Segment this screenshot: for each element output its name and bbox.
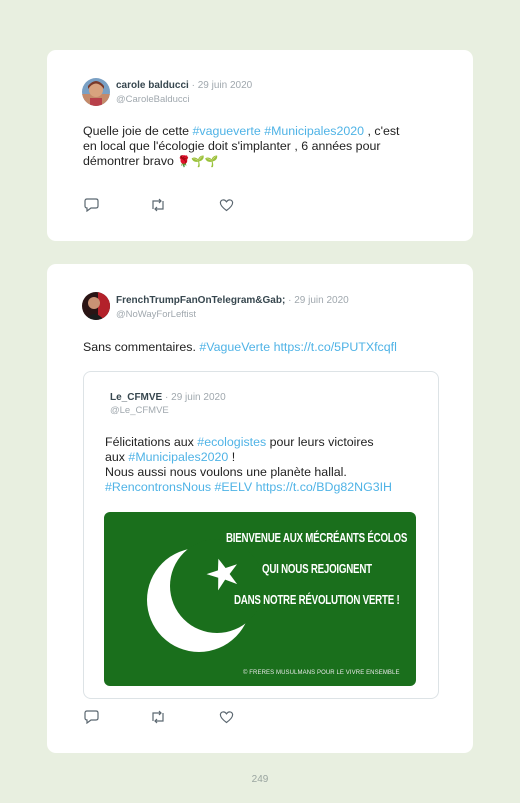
text-segment: Félicitations aux — [105, 435, 198, 449]
hashtag-link[interactable]: #Municipales2020 — [128, 450, 228, 464]
tweet-text: Sans commentaires. #VagueVerte https://t… — [83, 340, 463, 355]
reply-icon[interactable] — [84, 198, 99, 217]
url-link[interactable]: https://t.co/BDg82NG3IH — [256, 480, 392, 494]
text-segment: Nous aussi nous voulons une planète hall… — [105, 465, 347, 479]
tweet-card: FrenchTrumpFanOnTelegram&Gab; · 29 juin … — [47, 264, 473, 753]
retweet-icon[interactable] — [150, 710, 166, 729]
tweet-date[interactable]: 29 juin 2020 — [294, 295, 349, 306]
attached-image[interactable]: BIENVENUE AUX MÉCRÉANTS ÉCOLOS QUI NOUS … — [104, 512, 416, 686]
retweet-icon[interactable] — [150, 198, 166, 217]
hashtag-link[interactable]: #EELV — [215, 480, 253, 494]
hashtag-link[interactable]: #ecologistes — [197, 435, 266, 449]
text-segment: , c'est — [364, 124, 400, 138]
quoted-tweet-text: Félicitations aux #ecologistes pour leur… — [105, 435, 430, 495]
quoted-author-name[interactable]: Le_CFMVE — [110, 392, 162, 403]
author-name[interactable]: carole balducci — [116, 80, 189, 91]
page-number: 249 — [251, 774, 269, 785]
author-handle[interactable]: @CaroleBalducci — [116, 94, 190, 105]
text-segment: ! — [228, 450, 236, 464]
avatar[interactable] — [82, 292, 110, 320]
image-caption-line: DANS NOTRE RÉVOLUTION VERTE ! — [234, 593, 400, 607]
text-segment: aux — [105, 450, 129, 464]
tweet-text: Quelle joie de cette #vagueverte #Munici… — [83, 124, 463, 170]
avatar[interactable] — [82, 78, 110, 106]
reply-icon[interactable] — [84, 710, 99, 729]
text-segment: en local que l'écologie doit s'implanter… — [83, 139, 381, 153]
image-credit: © FRERES MUSULMANS POUR LE VIVRE ENSEMBL… — [243, 670, 400, 676]
tweet-date[interactable]: 29 juin 2020 — [198, 80, 253, 91]
hashtag-link[interactable]: #vagueverte — [193, 124, 261, 138]
text-segment: pour leurs victoires — [266, 435, 374, 449]
quoted-tweet-date[interactable]: 29 juin 2020 — [171, 392, 226, 403]
like-icon[interactable] — [219, 198, 234, 217]
text-segment: démontrer bravo — [83, 154, 178, 168]
quoted-author-handle[interactable]: @Le_CFMVE — [110, 405, 169, 416]
author-handle[interactable]: @NoWayForLeftist — [116, 309, 196, 320]
url-link[interactable]: https://t.co/5PUTXfcqfl — [274, 340, 397, 354]
text-segment: Sans commentaires. — [83, 340, 200, 354]
author-name[interactable]: FrenchTrumpFanOnTelegram&Gab; — [116, 295, 285, 306]
like-icon[interactable] — [219, 710, 234, 729]
hashtag-link[interactable]: #Municipales2020 — [264, 124, 364, 138]
tweet-card: carole balducci · 29 juin 2020 @CaroleBa… — [47, 50, 473, 241]
image-caption-line: BIENVENUE AUX MÉCRÉANTS ÉCOLOS — [226, 531, 408, 545]
text-segment: Quelle joie de cette — [83, 124, 193, 138]
separator: · — [165, 392, 169, 403]
hashtag-link[interactable]: #VagueVerte — [199, 340, 270, 354]
separator: · — [288, 295, 292, 306]
hashtag-link[interactable]: #RencontronsNous — [105, 480, 211, 494]
emoji: 🌹🌱🌱 — [177, 156, 219, 168]
separator: · — [191, 80, 195, 91]
image-caption-line: QUI NOUS REJOIGNENT — [262, 562, 372, 576]
